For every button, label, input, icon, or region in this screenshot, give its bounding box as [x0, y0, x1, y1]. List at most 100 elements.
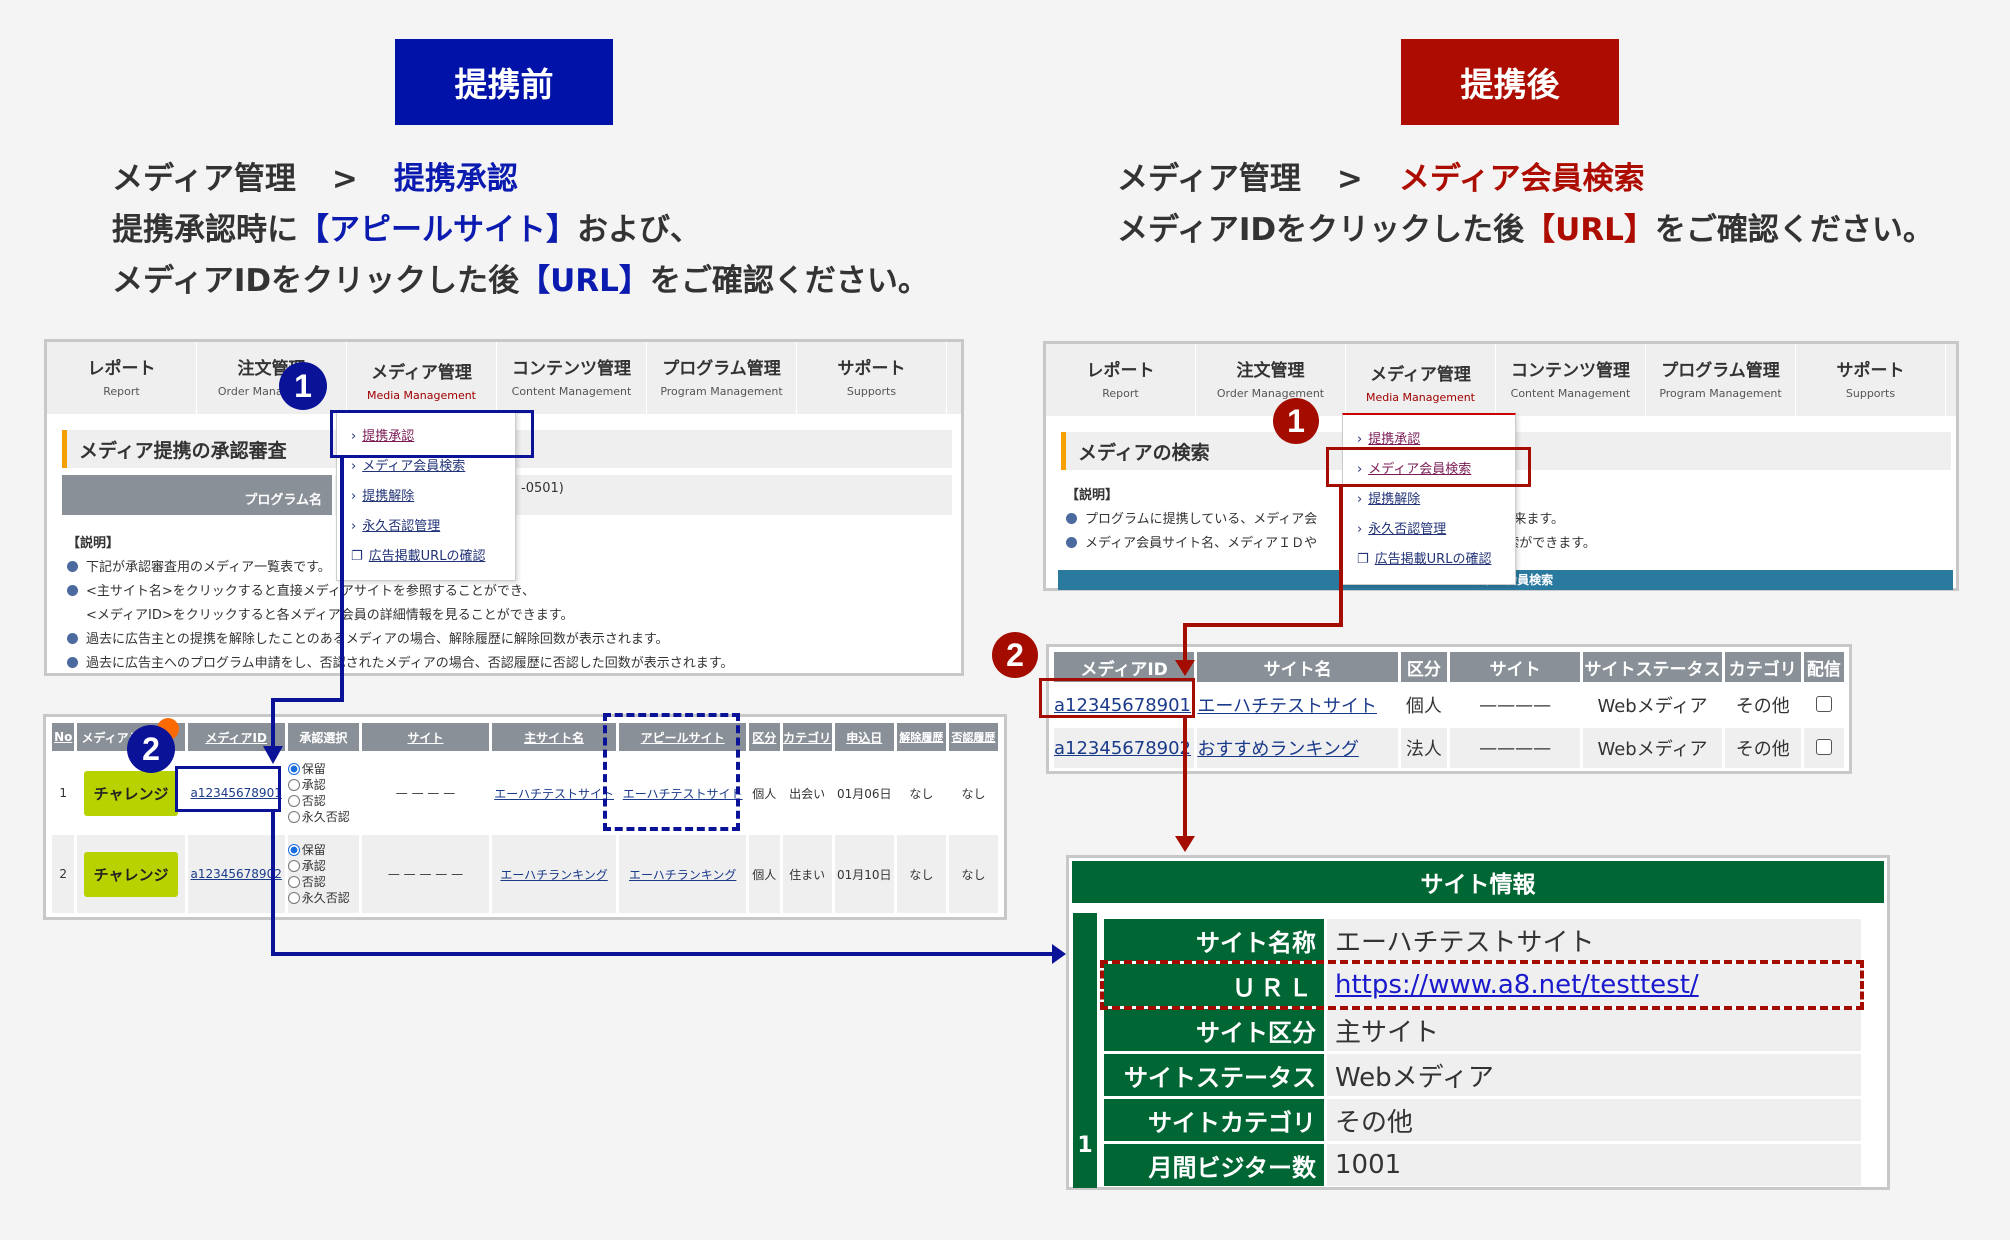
- cell-site-name: おすすめランキング: [1197, 728, 1398, 768]
- bullet-icon: [1066, 513, 1077, 524]
- nav-support[interactable]: サポート Supports: [1796, 344, 1946, 416]
- media-id-link[interactable]: a12345678902: [191, 867, 282, 881]
- menu-item-label: メディア会員検索: [362, 459, 466, 474]
- description-item: 過去に広告主へのプログラム申請をし、否認されたメディアの場合、否認履歴に否認した…: [67, 652, 733, 676]
- main-site-link[interactable]: エーハチランキング: [500, 868, 607, 882]
- column-header-no[interactable]: No: [54, 730, 72, 744]
- radio-label: 否認: [301, 875, 326, 889]
- global-nav: レポート Report 注文管理 Order Management メディア管理 Me…: [1046, 344, 1956, 416]
- arrow-down-icon: [263, 746, 283, 764]
- instruction-highlight: 【アピールサイト】: [298, 212, 577, 248]
- radio-approve[interactable]: 承認: [287, 777, 359, 793]
- instruction-text: をご確認ください。: [649, 263, 929, 299]
- radio-hold[interactable]: 保留: [287, 842, 359, 858]
- site-info-label: サイト区分: [1104, 1009, 1324, 1051]
- menu-item-cancel[interactable]: › 提携解除: [1357, 485, 1501, 515]
- site-info-title: サイト情報: [1072, 861, 1884, 903]
- radio-icon: [287, 795, 300, 807]
- nav-order[interactable]: 注文管理 Order Management: [1196, 344, 1346, 416]
- menu-item-cancel[interactable]: › 提携解除: [351, 482, 501, 512]
- before-instruction-line-3: メディアIDをクリックした後【URL】をご確認ください。: [112, 256, 929, 306]
- before-instruction-line-2: 提携承認時に【アピールサイト】および、: [112, 205, 701, 255]
- chevron-right-icon: ›: [351, 489, 357, 504]
- site-name-link[interactable]: エーハチテストサイト: [1197, 696, 1377, 717]
- nav-media[interactable]: メディア管理 Media Management: [1346, 344, 1496, 416]
- media-id-link[interactable]: a12345678902: [1054, 738, 1191, 759]
- step-badge-1: 1: [1273, 398, 1319, 444]
- breadcrumb-current: メディア会員検索: [1398, 161, 1645, 197]
- radio-icon: [287, 860, 300, 872]
- nav-media[interactable]: メディア管理 Media Management: [347, 342, 497, 414]
- nav-label: サポート: [1836, 361, 1905, 381]
- breadcrumb-separator: >: [1336, 161, 1363, 197]
- highlight-box-media-id: [1039, 678, 1195, 718]
- site-info-value: 1001: [1327, 1144, 1861, 1186]
- menu-item-label: 広告掲載URLの確認: [1374, 552, 1492, 567]
- highlight-box-url: [1100, 960, 1864, 1010]
- column-header-date[interactable]: 申込日: [846, 731, 882, 745]
- menu-item-permanent-deny[interactable]: › 永久否認管理: [1357, 515, 1501, 545]
- before-breadcrumb: メディア管理 > 提携承認: [112, 154, 518, 204]
- column-header-media-id[interactable]: メディアID: [205, 731, 267, 745]
- nav-report[interactable]: レポート Report: [47, 342, 197, 414]
- menu-item-permanent-deny[interactable]: › 永久否認管理: [351, 512, 501, 542]
- nav-label: レポート: [87, 359, 156, 379]
- radio-permanent-deny[interactable]: 永久否認: [287, 890, 359, 906]
- breadcrumb-parent: メディア管理: [1117, 161, 1301, 197]
- nav-label: メディア管理: [1370, 365, 1471, 385]
- radio-label: 永久否認: [301, 810, 350, 824]
- column-header-cancel-history[interactable]: 解除履歴: [899, 731, 943, 744]
- after-breadcrumb: メディア管理 > メディア会員検索: [1117, 154, 1645, 204]
- site-info-row: サイトステータス Webメディア: [1104, 1054, 1861, 1096]
- column-header-category[interactable]: カテゴリ: [783, 731, 831, 745]
- nav-report[interactable]: レポート Report: [1046, 344, 1196, 416]
- arrow-down-icon: [1175, 660, 1195, 676]
- radio-approve[interactable]: 承認: [287, 858, 359, 874]
- radio-label: 否認: [301, 794, 326, 808]
- radio-label: 承認: [301, 778, 326, 792]
- menu-item-ad-url[interactable]: ❐ 広告掲載URLの確認: [351, 542, 501, 572]
- cell-cancel-history: なし: [896, 835, 946, 913]
- nav-content[interactable]: コンテンツ管理 Content Management: [1496, 344, 1646, 416]
- chevron-right-icon: ›: [1357, 492, 1363, 507]
- site-info-label: サイトステータス: [1104, 1054, 1324, 1096]
- menu-item-ad-url[interactable]: ❐ 広告掲載URLの確認: [1357, 545, 1501, 575]
- column-header-kubun[interactable]: 区分: [752, 731, 776, 745]
- delivery-checkbox[interactable]: [1815, 695, 1832, 712]
- highlight-box-appeal-site: [603, 713, 740, 831]
- nav-sublabel: Content Management: [511, 385, 632, 398]
- cell-kubun: 個人: [752, 786, 777, 801]
- bullet-icon: [67, 561, 78, 572]
- cell-rank: チャレンジ: [77, 835, 185, 913]
- nav-support[interactable]: サポート Supports: [797, 342, 947, 414]
- radio-deny[interactable]: 否認: [287, 793, 359, 809]
- approval-table: No メディアランク メディアID 承認選択 サイト 主サイト名 アピールサイト…: [49, 720, 1001, 916]
- arrow-down-icon: [1175, 836, 1195, 852]
- delivery-checkbox[interactable]: [1815, 738, 1832, 755]
- description: 【説明】 プログラムに提携している、メディア会 が出来ます。 メディア会員サイト名…: [1066, 484, 1596, 556]
- breadcrumb-parent: メディア管理: [112, 161, 296, 197]
- appeal-site-link[interactable]: エーハチランキング: [629, 868, 736, 882]
- bullet-icon: [1066, 537, 1077, 548]
- column-header-main-site[interactable]: 主サイト名: [524, 731, 584, 745]
- site-info-value: Webメディア: [1327, 1054, 1861, 1096]
- site-info-row: サイト名称 エーハチテストサイト: [1104, 919, 1861, 961]
- nav-program[interactable]: プログラム管理 Program Management: [647, 342, 797, 414]
- nav-content[interactable]: コンテンツ管理 Content Management: [497, 342, 647, 414]
- radio-permanent-deny[interactable]: 永久否認: [287, 809, 359, 825]
- radio-hold[interactable]: 保留: [287, 761, 359, 777]
- radio-deny[interactable]: 否認: [287, 874, 359, 890]
- radio-icon: [287, 892, 300, 904]
- column-header-deny-history[interactable]: 否認履歴: [951, 731, 995, 744]
- program-value-text: -0501): [521, 481, 564, 496]
- cell-deny-history: なし: [961, 786, 986, 801]
- menu-item-label: 提携解除: [1368, 492, 1421, 507]
- nav-program[interactable]: プログラム管理 Program Management: [1646, 344, 1796, 416]
- site-name-link[interactable]: おすすめランキング: [1197, 739, 1358, 760]
- description-item: プログラムに提携している、メディア会 が出来ます。: [1066, 508, 1596, 532]
- cell-approval-select: 保留 承認 否認 永久否認: [287, 754, 359, 832]
- cell-kubun: 個人: [1405, 696, 1442, 717]
- column-header-site[interactable]: サイト: [407, 731, 443, 745]
- site-info-row: サイト区分 主サイト: [1104, 1009, 1861, 1051]
- main-site-link[interactable]: エーハチテストサイト: [494, 787, 614, 801]
